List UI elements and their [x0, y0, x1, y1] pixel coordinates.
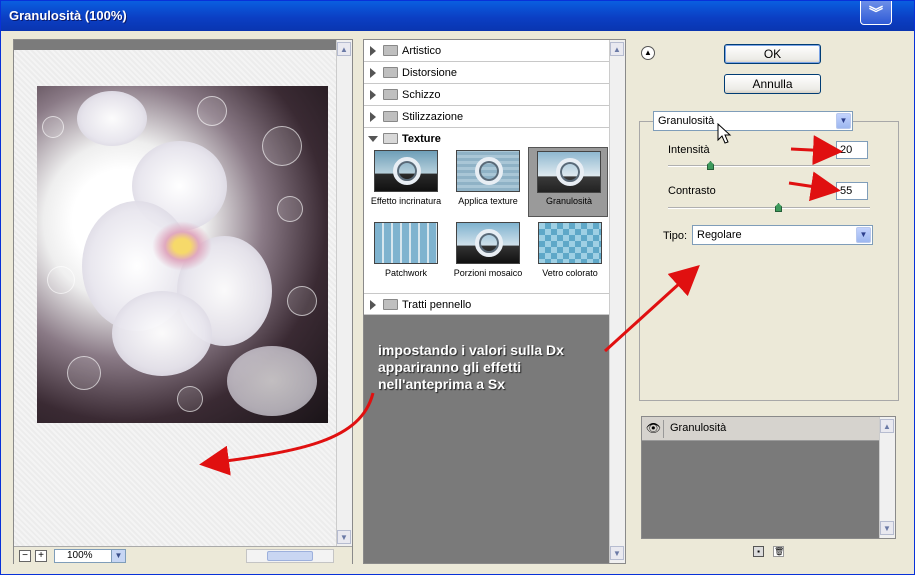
- expand-arrow-icon[interactable]: [370, 90, 376, 100]
- filter-list-scrollbar[interactable]: ▲ ▼: [609, 40, 625, 563]
- title-bar: Granulosità (100%) ︾: [1, 1, 914, 31]
- contrast-label: Contrasto: [668, 185, 716, 197]
- preview-vertical-scrollbar[interactable]: ▲ ▼: [336, 40, 352, 548]
- effect-layer-row[interactable]: 👁 Granulosità: [642, 417, 879, 441]
- type-select-value: Regolare: [697, 229, 742, 241]
- category-label: Stilizzazione: [402, 111, 464, 123]
- preview-pane: ▲ ▼ − + 100% ▼: [13, 39, 353, 564]
- category-label: Distorsione: [402, 67, 458, 79]
- open-folder-icon: [383, 133, 398, 144]
- category-schizzo[interactable]: Schizzo: [364, 84, 610, 106]
- scroll-up-arrow-icon[interactable]: ▲: [337, 42, 351, 56]
- folder-icon: [383, 67, 398, 78]
- category-label: Artistico: [402, 45, 442, 57]
- folder-icon: [383, 299, 398, 310]
- new-effect-layer-icon[interactable]: ▪: [753, 546, 764, 557]
- texture-thumbnails: Effetto incrinatura Applica texture Gran…: [364, 147, 610, 295]
- scroll-up-arrow-icon[interactable]: ▲: [610, 42, 624, 56]
- expand-arrow-icon[interactable]: [370, 300, 376, 310]
- filter-thumb-granulosita[interactable]: Granulosità: [528, 147, 608, 217]
- preview-top-strip: [14, 40, 336, 50]
- chevron-down-icon[interactable]: ▼: [856, 227, 871, 243]
- filter-category-list: Artistico Distorsione Schizzo Stilizzazi…: [364, 40, 610, 315]
- window-title: Granulosità (100%): [9, 8, 127, 23]
- scroll-down-arrow-icon[interactable]: ▼: [880, 521, 894, 535]
- category-label: Tratti pennello: [402, 299, 472, 311]
- filter-thumb-label: Effetto incrinatura: [370, 196, 442, 206]
- expand-chevron-button[interactable]: ︾: [860, 1, 892, 25]
- expand-arrow-icon[interactable]: [370, 112, 376, 122]
- annotation-text: impostando i valori sulla Dx appariranno…: [378, 342, 564, 392]
- folder-icon: [383, 111, 398, 122]
- zoom-select[interactable]: 100% ▼: [54, 549, 126, 563]
- category-tratti-pennello[interactable]: Tratti pennello: [364, 293, 610, 315]
- category-stilizzazione[interactable]: Stilizzazione: [364, 106, 610, 128]
- filter-gallery-window: Granulosità (100%) ︾ ▲ ▼ − + 100% ▼ Arti…: [0, 0, 915, 575]
- filter-thumb-effetto-incrinatura[interactable]: Effetto incrinatura: [366, 150, 446, 220]
- filter-thumb-label: Granulosità: [545, 196, 593, 206]
- contrast-input[interactable]: 55: [836, 182, 868, 200]
- chevron-down-icon[interactable]: ▼: [111, 550, 125, 562]
- preview-horizontal-scrollbar[interactable]: [246, 549, 334, 563]
- cancel-button[interactable]: Annulla: [724, 74, 821, 94]
- folder-icon: [383, 89, 398, 100]
- ok-button[interactable]: OK: [724, 44, 821, 64]
- filter-thumb-label: Vetro colorato: [542, 268, 598, 278]
- category-label: Schizzo: [402, 89, 441, 101]
- effect-layers-panel: 👁 Granulosità ▲ ▼: [641, 416, 896, 539]
- intensity-label: Intensità: [668, 144, 710, 156]
- scroll-down-arrow-icon[interactable]: ▼: [610, 546, 624, 560]
- filter-select-value: Granulosità: [658, 115, 715, 127]
- preview-canvas[interactable]: [14, 50, 336, 546]
- layers-scrollbar[interactable]: ▲ ▼: [879, 417, 895, 538]
- intensity-slider[interactable]: [668, 161, 870, 170]
- contrast-slider[interactable]: [668, 203, 870, 212]
- double-chevron-down-icon: ︾: [869, 4, 883, 21]
- scroll-down-arrow-icon[interactable]: ▼: [337, 530, 351, 544]
- intensity-input[interactable]: 20: [836, 141, 868, 159]
- zoom-value: 100%: [67, 550, 93, 561]
- zoom-out-button[interactable]: −: [19, 550, 31, 562]
- expand-arrow-icon[interactable]: [370, 46, 376, 56]
- expand-arrow-icon[interactable]: [370, 68, 376, 78]
- filter-thumb-applica-texture[interactable]: Applica texture: [448, 150, 528, 220]
- zoom-in-button[interactable]: +: [35, 550, 47, 562]
- filter-thumb-label: Applica texture: [458, 196, 518, 206]
- type-label: Tipo:: [663, 230, 688, 242]
- chevron-down-icon[interactable]: ▼: [836, 113, 851, 129]
- eye-icon[interactable]: 👁: [644, 420, 664, 438]
- filter-thumb-vetro-colorato[interactable]: Vetro colorato: [530, 222, 610, 292]
- filter-thumb-patchwork[interactable]: Patchwork: [366, 222, 446, 292]
- filter-thumb-label: Porzioni mosaico: [453, 268, 523, 278]
- category-label: Texture: [402, 133, 441, 145]
- filter-thumb-porzioni-mosaico[interactable]: Porzioni mosaico: [448, 222, 528, 292]
- category-distorsione[interactable]: Distorsione: [364, 62, 610, 84]
- filter-settings-panel: [639, 121, 899, 401]
- preview-image: [37, 86, 328, 423]
- trash-icon[interactable]: 🗑: [773, 546, 784, 557]
- collapse-arrow-icon[interactable]: [368, 136, 378, 142]
- collapse-panel-icon[interactable]: ▲: [641, 46, 655, 60]
- preview-bottom-bar: − + 100% ▼: [14, 546, 352, 564]
- scroll-thumb[interactable]: [267, 551, 313, 561]
- type-select[interactable]: Regolare ▼: [692, 225, 873, 245]
- filter-gallery-list: Artistico Distorsione Schizzo Stilizzazi…: [363, 39, 626, 564]
- folder-icon: [383, 45, 398, 56]
- filter-thumb-label: Patchwork: [384, 268, 428, 278]
- scroll-up-arrow-icon[interactable]: ▲: [880, 419, 894, 433]
- mouse-cursor-icon: [717, 123, 732, 144]
- effect-layer-label: Granulosità: [670, 422, 727, 434]
- category-artistico[interactable]: Artistico: [364, 40, 610, 62]
- filter-select[interactable]: Granulosità ▼: [653, 111, 853, 131]
